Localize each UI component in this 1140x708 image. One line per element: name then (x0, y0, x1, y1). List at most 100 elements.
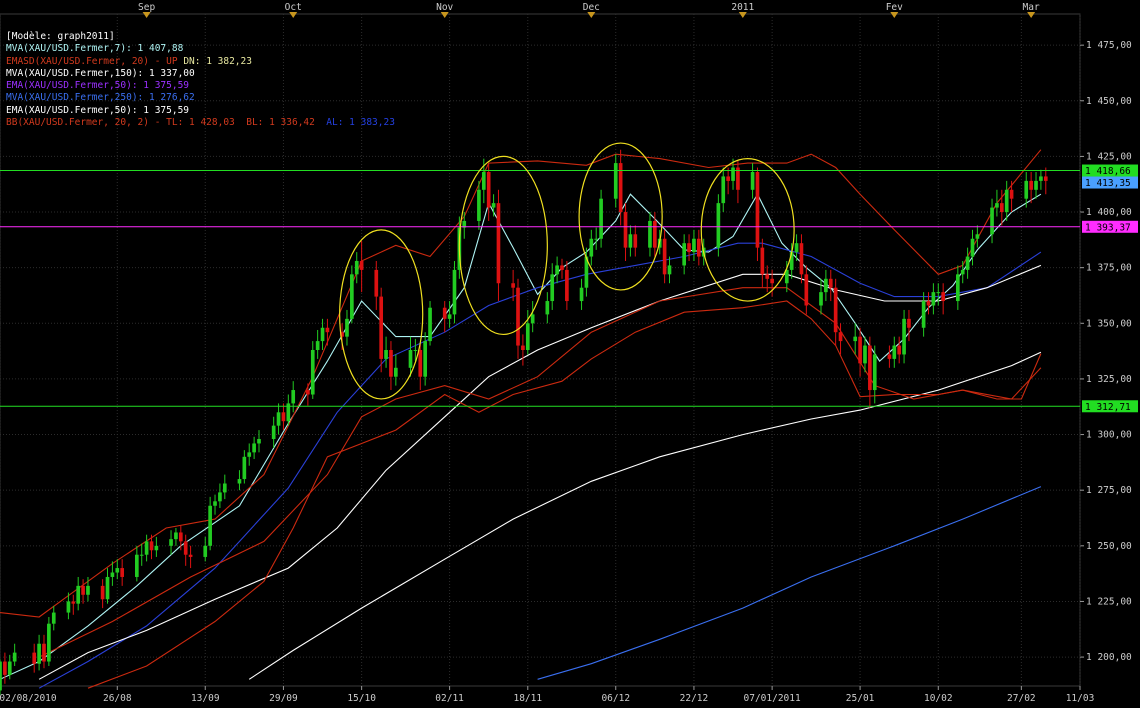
candle-body[interactable] (247, 452, 252, 457)
candle-body[interactable] (374, 269, 379, 297)
candle-body[interactable] (310, 350, 315, 395)
candle-body[interactable] (359, 260, 364, 270)
candle-body[interactable] (887, 354, 892, 359)
candle-body[interactable] (213, 501, 217, 506)
candle-body[interactable] (105, 576, 110, 600)
candle-body[interactable] (687, 243, 691, 253)
candle-body[interactable] (653, 220, 657, 248)
candle-body[interactable] (428, 307, 432, 342)
candle-body[interactable] (667, 265, 672, 275)
candle-body[interactable] (579, 287, 584, 302)
candle-body[interactable] (530, 314, 535, 324)
candle-body[interactable] (242, 456, 247, 480)
candle-body[interactable] (868, 345, 872, 391)
candle-body[interactable] (696, 238, 701, 257)
candle-body[interactable] (81, 585, 85, 595)
candle-body[interactable] (858, 336, 862, 364)
candle-body[interactable] (120, 568, 125, 577)
candle-body[interactable] (692, 238, 696, 253)
candle-body[interactable] (291, 390, 296, 404)
candle-body[interactable] (765, 274, 770, 279)
candle-body[interactable] (589, 238, 594, 257)
candle-body[interactable] (12, 652, 17, 662)
candle-body[interactable] (86, 585, 90, 595)
candle-body[interactable] (47, 623, 51, 662)
candle-body[interactable] (662, 238, 667, 275)
candle-body[interactable] (149, 541, 154, 551)
candle-body[interactable] (271, 425, 276, 440)
candle-body[interactable] (66, 601, 71, 613)
candle-body[interactable] (828, 278, 833, 288)
candle-body[interactable] (345, 318, 349, 337)
candle-body[interactable] (452, 269, 457, 315)
candle-body[interactable] (628, 234, 633, 248)
candle-body[interactable] (990, 207, 994, 235)
candle-body[interactable] (203, 545, 208, 557)
candle-body[interactable] (1009, 189, 1014, 199)
candle-body[interactable] (7, 661, 12, 675)
candle-body[interactable] (975, 234, 980, 239)
candle-body[interactable] (599, 198, 603, 239)
candle-body[interactable] (423, 341, 427, 377)
candle-body[interactable] (648, 220, 652, 248)
candle-body[interactable] (804, 274, 809, 306)
candle-body[interactable] (770, 278, 774, 284)
candle-body[interactable] (750, 171, 755, 190)
candle-body[interactable] (208, 505, 212, 546)
candle-body[interactable] (174, 532, 178, 540)
candle-body[interactable] (394, 367, 398, 377)
candle-body[interactable] (511, 283, 515, 288)
candle-body[interactable] (555, 265, 559, 275)
candle-body[interactable] (252, 443, 256, 453)
candle-body[interactable] (486, 171, 491, 208)
candle-body[interactable] (716, 203, 721, 248)
candle-body[interactable] (731, 167, 735, 181)
candle-body[interactable] (442, 307, 447, 319)
candle-body[interactable] (491, 203, 496, 208)
candle-body[interactable] (633, 234, 638, 248)
candle-body[interactable] (545, 301, 550, 315)
candle-body[interactable] (565, 269, 569, 302)
candle-body[interactable] (71, 601, 76, 604)
candle-body[interactable] (516, 287, 520, 346)
candle-body[interactable] (560, 265, 564, 270)
candle-body[interactable] (970, 238, 975, 257)
candle-body[interactable] (222, 483, 227, 493)
candle-body[interactable] (594, 238, 599, 240)
candle-body[interactable] (838, 332, 843, 342)
candle-body[interactable] (872, 354, 877, 391)
candle-body[interactable] (760, 247, 765, 275)
candle-body[interactable] (477, 189, 481, 221)
candle-body[interactable] (1004, 189, 1009, 213)
candle-body[interactable] (0, 661, 2, 691)
candle-body[interactable] (154, 545, 159, 551)
candle-body[interactable] (178, 532, 183, 542)
candle-body[interactable] (447, 314, 452, 319)
candle-body[interactable] (863, 345, 867, 364)
candle-body[interactable] (936, 292, 941, 294)
candle-body[interactable] (995, 203, 999, 208)
candle-body[interactable] (276, 412, 281, 426)
candle-body[interactable] (188, 554, 193, 557)
candle-body[interactable] (960, 269, 965, 275)
candle-body[interactable] (892, 345, 897, 359)
candle-body[interactable] (613, 163, 618, 199)
candle-body[interactable] (496, 203, 501, 284)
candle-body[interactable] (721, 176, 726, 204)
candle-body[interactable] (169, 539, 173, 546)
candle-body[interactable] (37, 643, 41, 664)
candle-body[interactable] (965, 256, 970, 270)
candle-body[interactable] (237, 479, 242, 484)
candle-body[interactable] (306, 390, 310, 395)
candle-body[interactable] (955, 274, 960, 302)
candle-body[interactable] (550, 274, 555, 302)
candle-body[interactable] (833, 287, 838, 333)
candle-body[interactable] (32, 652, 37, 664)
candle-body[interactable] (941, 292, 945, 302)
candle-body[interactable] (413, 350, 418, 351)
candle-body[interactable] (907, 318, 911, 328)
candle-body[interactable] (115, 568, 120, 573)
candle-body[interactable] (931, 292, 936, 306)
candle-body[interactable] (320, 327, 325, 342)
candle-body[interactable] (999, 203, 1004, 213)
